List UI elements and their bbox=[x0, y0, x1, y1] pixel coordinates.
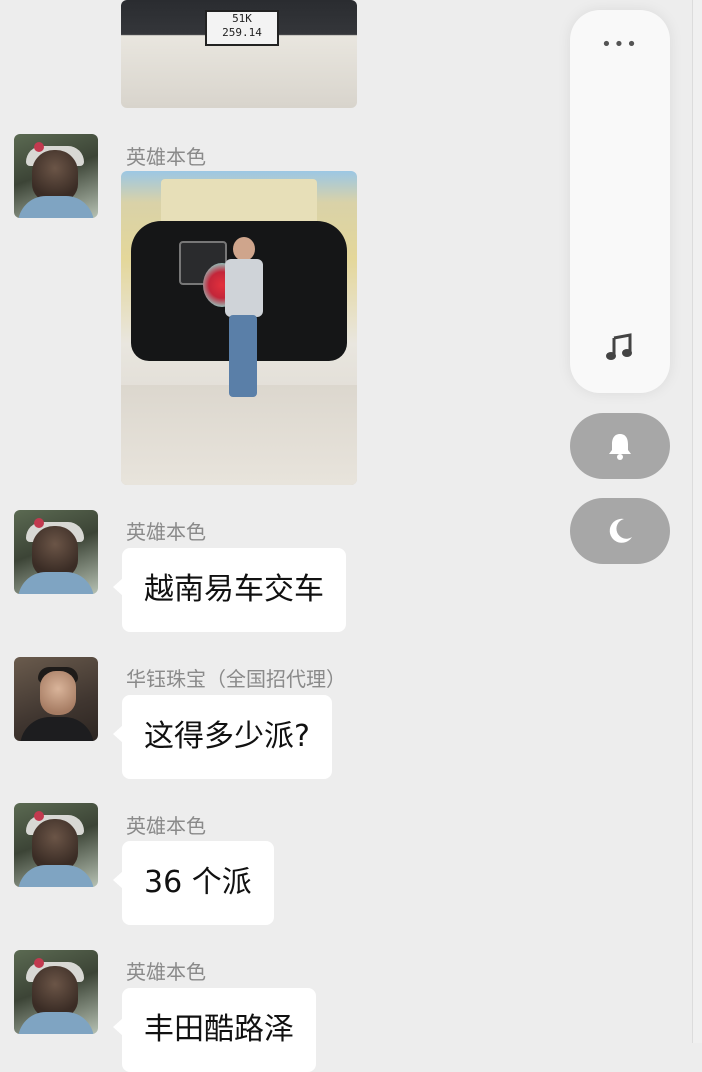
sender-name: 英雄本色 bbox=[126, 145, 206, 169]
avatar[interactable] bbox=[14, 950, 98, 1034]
avatar[interactable] bbox=[14, 510, 98, 594]
chat-image-car-plate[interactable]: 51K 259.14 bbox=[121, 0, 357, 108]
message-bubble[interactable]: 36 个派 bbox=[113, 841, 274, 925]
sender-name: 英雄本色 bbox=[126, 960, 206, 984]
notification-toggle-button[interactable] bbox=[570, 413, 670, 479]
dark-mode-toggle-button[interactable] bbox=[570, 498, 670, 564]
license-plate: 51K 259.14 bbox=[205, 10, 279, 46]
avatar[interactable] bbox=[14, 803, 98, 887]
bell-icon bbox=[609, 434, 631, 460]
scrollbar-edge bbox=[692, 0, 702, 1043]
message-bubble[interactable]: 这得多少派? bbox=[113, 695, 332, 779]
avatar[interactable] bbox=[14, 657, 98, 741]
message-bubble[interactable]: 丰田酷路泽 bbox=[113, 988, 316, 1072]
moon-icon bbox=[609, 518, 632, 543]
music-note-icon[interactable] bbox=[604, 332, 636, 364]
sender-name: 英雄本色 bbox=[126, 814, 206, 838]
avatar[interactable] bbox=[14, 134, 98, 218]
message-bubble[interactable]: 越南易车交车 bbox=[113, 548, 346, 632]
chat-image-car-delivery[interactable] bbox=[121, 171, 357, 485]
sender-name: 华钰珠宝（全国招代理） bbox=[126, 667, 346, 691]
chat-message-list: 51K 259.14 英雄本色 英雄本色 越南易车交车 华钰珠宝（全国招代理） … bbox=[0, 0, 560, 1072]
sender-name: 英雄本色 bbox=[126, 520, 206, 544]
ellipsis-icon[interactable]: ••• bbox=[570, 34, 670, 55]
floating-control-panel: ••• bbox=[570, 10, 670, 393]
